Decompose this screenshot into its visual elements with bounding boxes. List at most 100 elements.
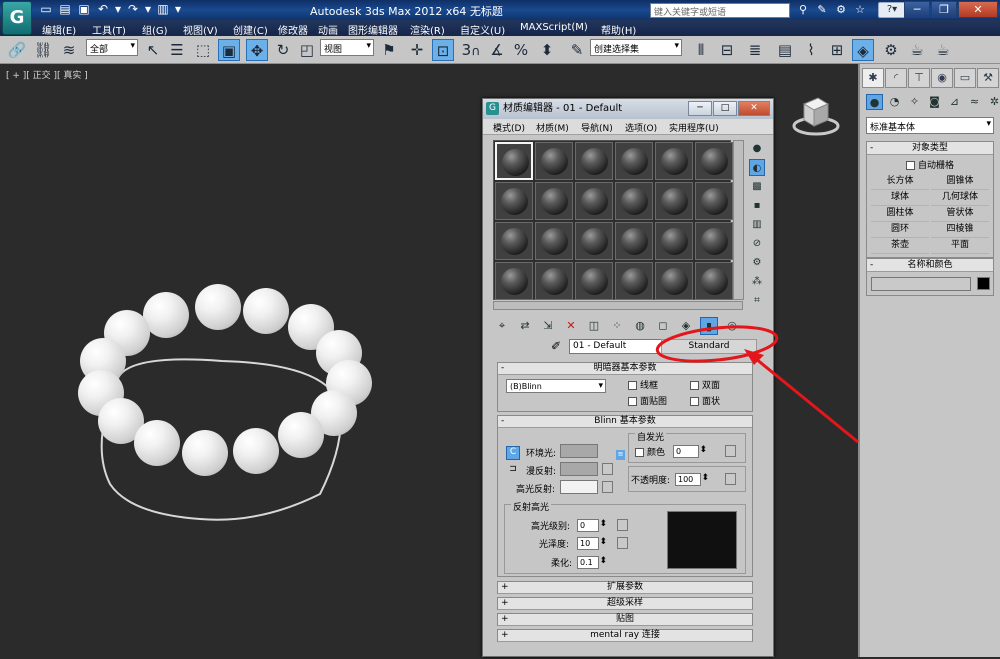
motion-tab-icon[interactable]: ◉ [931, 68, 953, 88]
create-tab-icon[interactable]: ✱ [862, 68, 884, 88]
cameras-icon[interactable]: ◙ [926, 94, 943, 110]
select-by-name-icon[interactable]: ☰ [166, 39, 188, 61]
select-manipulate-icon[interactable]: ✛ [406, 39, 428, 61]
new-file-icon[interactable]: ▭ [38, 2, 54, 17]
sample-slot[interactable] [535, 222, 573, 260]
sample-slot[interactable] [535, 142, 573, 180]
opacity-spinner[interactable]: 100 [675, 473, 709, 486]
object-name-field[interactable] [871, 277, 971, 291]
box-button[interactable]: 长方体 [871, 174, 929, 190]
me-maximize-button[interactable]: □ [713, 101, 737, 116]
viewcube-icon[interactable] [792, 90, 840, 138]
keyboard-shortcut-icon[interactable]: ⊡ [432, 39, 454, 61]
glossiness-spinner[interactable]: 10 [577, 537, 607, 550]
render-setup-icon[interactable]: ⚙ [880, 39, 902, 61]
menu-group[interactable]: 组(G) [142, 22, 168, 37]
sphere-button[interactable]: 球体 [871, 190, 929, 206]
menu-animation[interactable]: 动画 [318, 22, 338, 37]
display-tab-icon[interactable]: ▭ [954, 68, 976, 88]
sample-slot[interactable] [495, 182, 533, 220]
me-menu-options[interactable]: 选项(O) [625, 121, 657, 134]
autogrid-checkbox[interactable] [905, 161, 915, 170]
binoculars-icon[interactable]: ⚲ [795, 2, 811, 17]
reference-coord-dropdown[interactable]: 视图 [320, 39, 374, 56]
modify-tab-icon[interactable]: ◜ [885, 68, 907, 88]
communication-icon[interactable]: ⚙ [833, 2, 849, 17]
opacity-map-button[interactable] [725, 473, 736, 485]
close-button[interactable]: ✕ [958, 1, 998, 18]
make-preview-icon[interactable]: ⊘ [749, 235, 765, 252]
sample-slot[interactable] [695, 182, 733, 220]
menu-maxscript[interactable]: MAXScript(M) [520, 22, 588, 33]
spinner-snap-icon[interactable]: ⬍ [536, 39, 558, 61]
menu-customize[interactable]: 自定义(U) [460, 22, 505, 37]
undo-icon[interactable]: ↶ [95, 2, 111, 17]
me-menu-navigation[interactable]: 导航(N) [581, 121, 613, 134]
pivot-center-icon[interactable]: ⚑ [378, 39, 400, 61]
shader-type-dropdown[interactable]: (B)Blinn [506, 379, 606, 393]
redo-icon[interactable]: ↷ [125, 2, 141, 17]
lock-map-icon[interactable]: ≡ [616, 450, 625, 460]
utilities-tab-icon[interactable]: ⚒ [977, 68, 999, 88]
spec-level-map-button[interactable] [617, 519, 628, 531]
systems-icon[interactable]: ✲ [986, 94, 1000, 110]
spacewarps-icon[interactable]: ≈ [966, 94, 983, 110]
sample-slot[interactable] [615, 262, 653, 300]
material-editor-icon[interactable]: ◈ [852, 39, 874, 61]
video-color-check-icon[interactable]: ▥ [749, 216, 765, 233]
sample-slots-hscroll[interactable] [493, 301, 743, 310]
rendered-frame-icon[interactable]: ☕ [906, 39, 928, 61]
rect-region-icon[interactable]: ⬚ [192, 39, 214, 61]
material-editor-titlebar[interactable]: G 材质编辑器 - 01 - Default ─ □ ✕ [483, 99, 773, 119]
redo-dropdown-icon[interactable]: ▾ [144, 2, 152, 17]
diffuse-map-button[interactable] [602, 463, 613, 475]
menu-views[interactable]: 视图(V) [183, 22, 218, 37]
tube-button[interactable]: 管状体 [931, 206, 989, 222]
bind-spacewarp-icon[interactable]: ≋ [58, 39, 80, 61]
me-menu-utilities[interactable]: 实用程序(U) [669, 121, 719, 134]
sample-type-icon[interactable]: ● [749, 140, 765, 157]
me-minimize-button[interactable]: ─ [688, 101, 712, 116]
pyramid-button[interactable]: 四棱锥 [931, 222, 989, 238]
me-menu-modes[interactable]: 模式(D) [493, 121, 525, 134]
viewport-label[interactable]: [ + ][ 正交 ][ 真实 ] [6, 68, 88, 81]
sample-slot[interactable] [695, 142, 733, 180]
geosphere-button[interactable]: 几何球体 [931, 190, 989, 206]
diffuse-color-swatch[interactable] [560, 462, 598, 476]
scale-icon[interactable]: ◰ [296, 39, 318, 61]
schematic-view-icon[interactable]: ⊞ [826, 39, 848, 61]
torus-button[interactable]: 圆环 [871, 222, 929, 238]
sample-slot[interactable] [655, 142, 693, 180]
menu-edit[interactable]: 编辑(E) [42, 22, 76, 37]
sample-slot[interactable] [575, 182, 613, 220]
reset-map-icon[interactable]: ✕ [562, 317, 580, 335]
primitive-category-dropdown[interactable]: 标准基本体 [866, 117, 994, 134]
percent-snap-icon[interactable]: % [510, 39, 532, 61]
supersampling-rollout[interactable]: + 超级采样 [497, 597, 753, 610]
menu-tools[interactable]: 工具(T) [92, 22, 126, 37]
sample-slot[interactable] [535, 182, 573, 220]
open-file-icon[interactable]: ▤ [57, 2, 73, 17]
menu-create[interactable]: 创建(C) [233, 22, 268, 37]
eyedropper-icon[interactable]: ✐ [551, 339, 561, 353]
sample-slot[interactable] [575, 142, 613, 180]
select-by-material-icon[interactable]: ⁂ [749, 273, 765, 290]
edit-named-sets-icon[interactable]: ✎ [566, 39, 588, 61]
rotate-icon[interactable]: ↻ [272, 39, 294, 61]
autogrid-row[interactable]: 自动栅格 [867, 155, 993, 171]
window-crossing-icon[interactable]: ▣ [218, 39, 240, 61]
sample-slot[interactable] [575, 262, 613, 300]
unlink-icon[interactable]: ⛓ [32, 39, 54, 61]
helpers-icon[interactable]: ⊿ [946, 94, 963, 110]
angle-snap-icon[interactable]: ∡ [486, 39, 508, 61]
snap-3d-icon[interactable]: 3∩ [460, 39, 482, 61]
help-button[interactable]: ?▾ [878, 2, 906, 18]
me-menu-material[interactable]: 材质(M) [536, 121, 569, 134]
sample-slot[interactable] [615, 222, 653, 260]
render-production-icon[interactable]: ☕ [932, 39, 954, 61]
lights-icon[interactable]: ✧ [906, 94, 923, 110]
subscription-icon[interactable]: ✎ [814, 2, 830, 17]
move-icon[interactable]: ✥ [246, 39, 268, 61]
minimize-button[interactable]: ─ [904, 1, 930, 18]
material-map-navigator-icon[interactable]: ⌗ [749, 292, 765, 309]
